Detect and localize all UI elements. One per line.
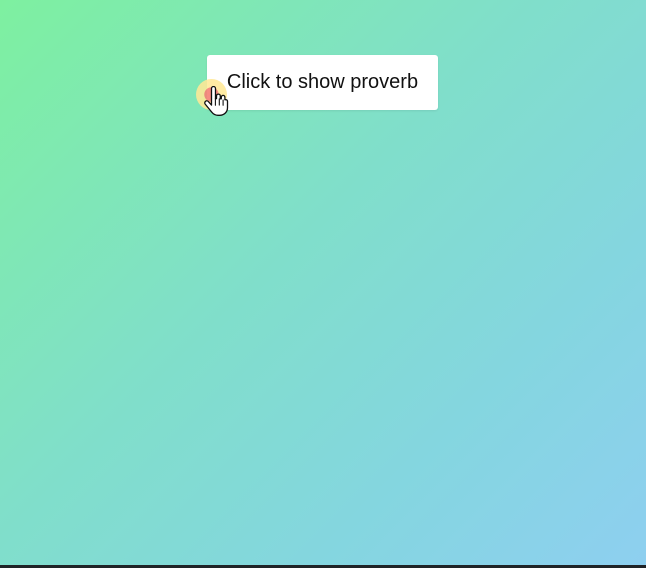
- show-proverb-button[interactable]: Click to show proverb: [207, 55, 438, 110]
- page-background: Click to show proverb: [0, 0, 646, 568]
